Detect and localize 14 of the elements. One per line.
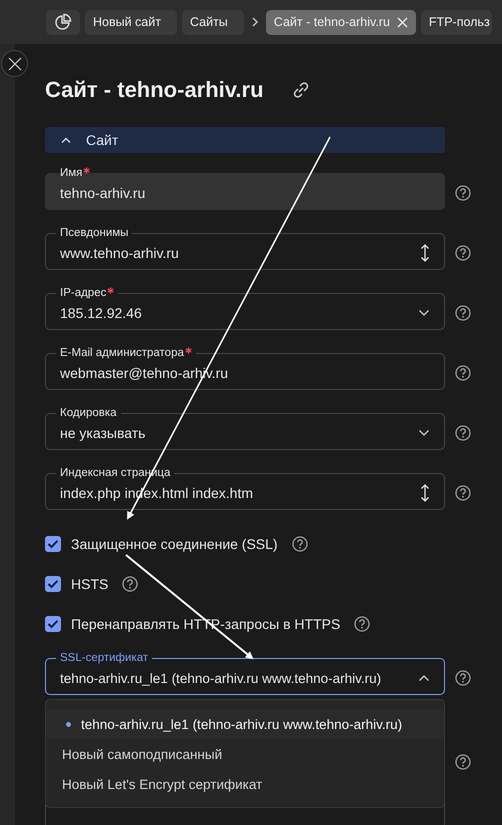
field-value: не указывать — [60, 425, 146, 441]
field-value: tehno-arhiv.ru — [60, 185, 146, 201]
field-value: www.tehno-arhiv.ru — [60, 245, 180, 261]
field-value: 185.12.92.46 — [60, 305, 143, 321]
field-label: SSL-сертификат — [59, 651, 150, 665]
field-value: tehno-arhiv.ru_le1 (tehno-arhiv.ru www.tehno-arhiv.ru) — [60, 670, 382, 686]
checkbox-label: HSTS — [71, 576, 108, 592]
field-label: Имя — [56, 166, 94, 180]
page-title: Сайт - tehno-arhiv.ru — [45, 77, 264, 103]
field-label: IP-адрес — [56, 286, 118, 300]
field-label: Псевдонимы — [59, 226, 130, 240]
checkbox-label: Защищенное соединение (SSL) — [71, 536, 278, 552]
field-label: E-Mail администратора — [56, 346, 196, 360]
field-label: Кодировка — [59, 406, 118, 420]
